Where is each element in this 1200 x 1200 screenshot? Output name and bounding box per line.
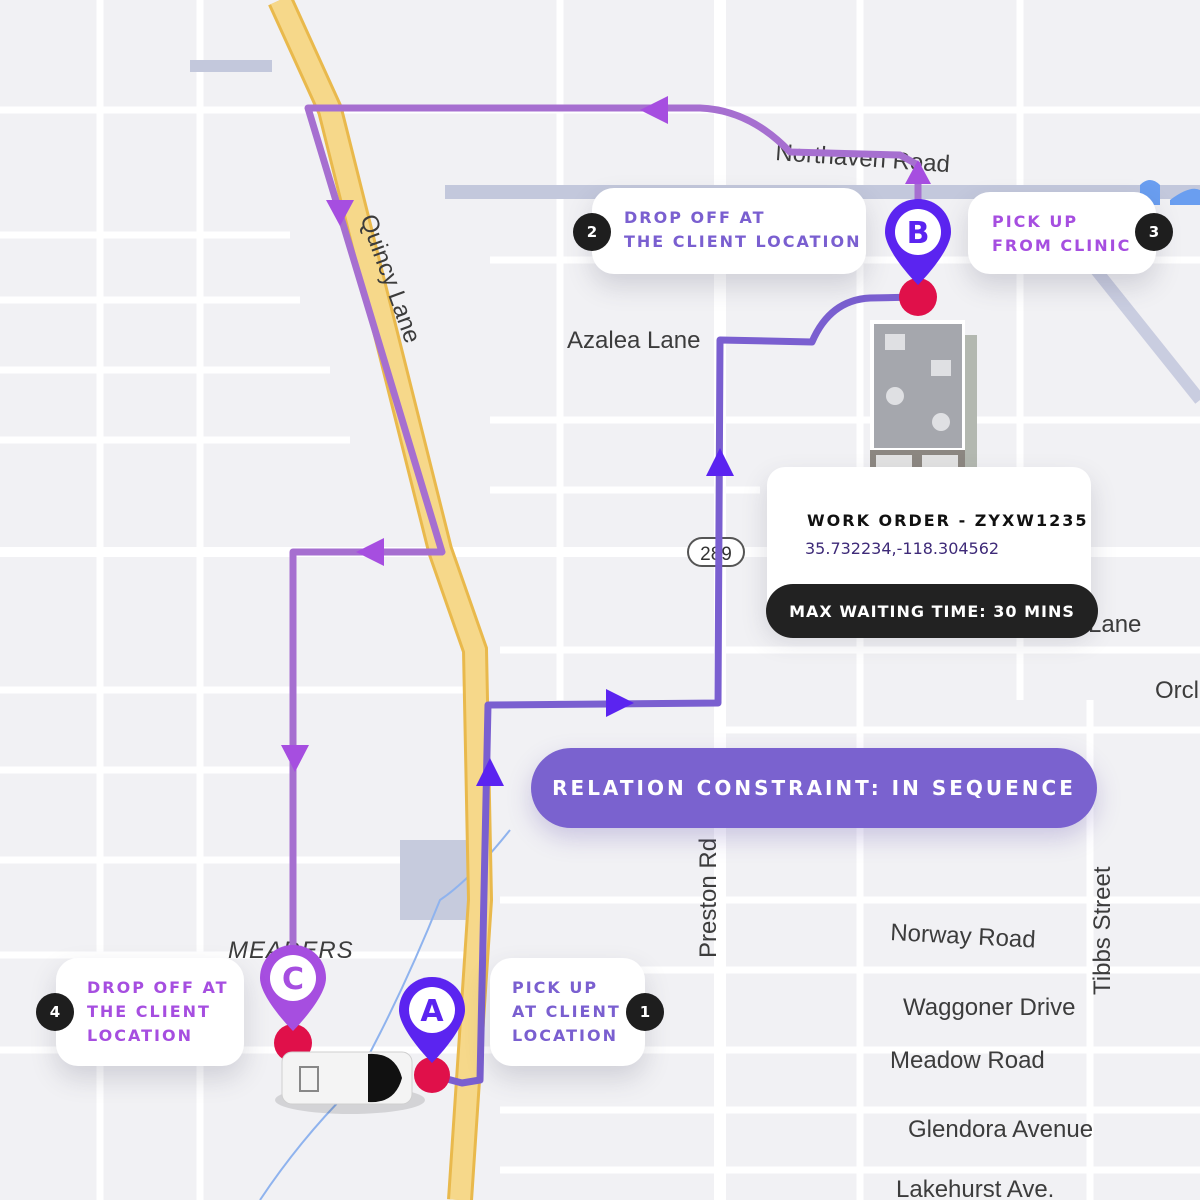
- stop-1-line-3: LOCATION: [512, 1026, 618, 1045]
- pin-c-icon[interactable]: C: [258, 943, 328, 1033]
- stop-number-2: 2: [573, 213, 611, 251]
- stop-card-1[interactable]: PICK UP AT CLIENT LOCATION: [490, 958, 645, 1066]
- stop-4-line-2: THE CLIENT: [87, 1002, 211, 1021]
- stop-4-line-1: DROP OFF AT: [87, 978, 229, 997]
- pin-b-icon[interactable]: B: [883, 197, 953, 287]
- stop-2-line-1: DROP OFF AT: [624, 208, 766, 227]
- street-label-azalea: Azalea Lane: [567, 327, 700, 354]
- pin-c-letter: C: [282, 962, 304, 997]
- clinic-building-icon: [870, 320, 977, 490]
- work-order-title: WORK ORDER - ZYXW1235: [807, 511, 1089, 530]
- stop-1-line-1: PICK UP: [512, 978, 599, 997]
- pin-b-letter: B: [907, 216, 930, 251]
- stop-3-line-2: FROM CLINIC: [992, 236, 1132, 255]
- stop-4-line-3: LOCATION: [87, 1026, 193, 1045]
- stop-card-4[interactable]: DROP OFF AT THE CLIENT LOCATION: [56, 958, 244, 1066]
- stop-number-4: 4: [36, 993, 74, 1031]
- stop-number-3: 3: [1135, 213, 1173, 251]
- street-label-lakehurst: Lakehurst Ave.: [896, 1176, 1054, 1200]
- pin-a-icon[interactable]: A: [397, 975, 467, 1065]
- street-label-preston: Preston Rd: [695, 838, 722, 958]
- relation-constraint-banner: RELATION CONSTRAINT: IN SEQUENCE: [531, 748, 1097, 828]
- stop-card-2[interactable]: DROP OFF AT THE CLIENT LOCATION: [592, 188, 866, 274]
- street-label-meadow: Meadow Road: [890, 1047, 1045, 1074]
- street-label-glendora: Glendora Avenue: [908, 1116, 1093, 1143]
- rail-segment: [190, 60, 272, 72]
- pin-a-letter: A: [420, 994, 444, 1029]
- street-label-orchard-partial: Orcl: [1155, 677, 1199, 704]
- street-label-waggoner: Waggoner Drive: [903, 994, 1076, 1021]
- stop-1-line-2: AT CLIENT: [512, 1002, 621, 1021]
- work-order-coordinates: 35.732234,-118.304562: [805, 539, 1000, 558]
- stop-3-line-1: PICK UP: [992, 212, 1079, 231]
- stop-card-3[interactable]: PICK UP FROM CLINIC: [968, 192, 1156, 274]
- stop-2-line-2: THE CLIENT LOCATION: [624, 232, 862, 251]
- stop-number-1: 1: [626, 993, 664, 1031]
- street-label-tibbs: Tibbs Street: [1089, 866, 1116, 995]
- max-waiting-time-badge: MAX WAITING TIME: 30 MINS: [766, 584, 1098, 638]
